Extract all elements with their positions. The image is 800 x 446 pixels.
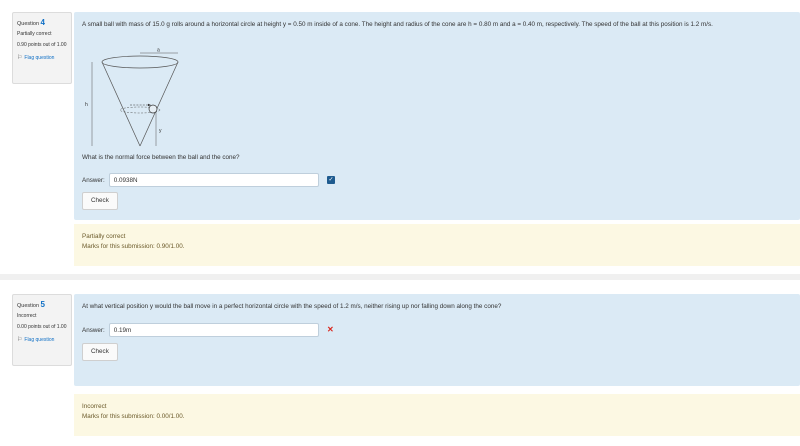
label-y: y <box>159 128 162 134</box>
check-button[interactable]: Check <box>82 343 118 361</box>
question-number-value: 5 <box>40 300 45 309</box>
flag-icon: ⚐ <box>17 55 23 62</box>
answer-label: Answer: <box>82 176 105 184</box>
flag-question-label: Flag question <box>24 55 55 62</box>
cross-icon: ✕ <box>327 325 334 334</box>
outcome-q4: Partially correct Marks for this submiss… <box>74 224 800 266</box>
question-grade: 0.90 points out of 1.00 <box>17 42 67 49</box>
question-label: Question <box>17 21 40 27</box>
flag-question-link[interactable]: ⚐ Flag question <box>17 337 67 344</box>
question-number: Question 4 <box>17 17 67 29</box>
question-formulation-q4: A small ball with mass of 15.0 g rolls a… <box>74 12 800 220</box>
answer-input[interactable]: 0.19m <box>108 323 319 337</box>
outcome-q5: Incorrect Marks for this submission: 0.0… <box>74 394 800 436</box>
answer-input[interactable]: 0.0938N <box>108 173 319 187</box>
question-text: A small ball with mass of 15.0 g rolls a… <box>82 21 713 28</box>
outcome-marks: Marks for this submission: 0.90/1.00. <box>82 242 185 250</box>
check-square-icon: ✓ <box>327 176 335 184</box>
outcome-title: Incorrect <box>82 403 107 410</box>
question-number-value: 4 <box>40 18 45 27</box>
label-a: a <box>157 48 160 54</box>
flag-question-label: Flag question <box>24 337 55 344</box>
answer-row: Answer: 0.19m <box>82 323 319 337</box>
question-text: At what vertical position y would the ba… <box>82 303 502 310</box>
check-button[interactable]: Check <box>82 192 118 210</box>
question-formulation-q5: At what vertical position y would the ba… <box>74 294 800 386</box>
outcome-title: Partially correct <box>82 233 126 240</box>
answer-label: Answer: <box>82 326 105 334</box>
label-h: h <box>85 102 88 108</box>
question-prompt: What is the normal force between the bal… <box>82 154 240 161</box>
question-info-q5: Question 5 Incorrect 0.00 points out of … <box>12 294 72 366</box>
incorrect-feedback-icon: ✕ <box>327 325 334 334</box>
question-grade: 0.00 points out of 1.00 <box>17 324 67 331</box>
question-label: Question <box>17 303 40 309</box>
cone-diagram: a h y <box>85 48 179 147</box>
question-divider <box>0 274 800 280</box>
flag-question-link[interactable]: ⚐ Flag question <box>17 55 67 62</box>
question-state: Incorrect <box>17 312 37 319</box>
answer-row: Answer: 0.0938N <box>82 173 319 187</box>
question-info-q4: Question 4 Partially correct 0.90 points… <box>12 12 72 84</box>
question-state: Partially correct <box>17 30 52 37</box>
outcome-marks: Marks for this submission: 0.00/1.00. <box>82 412 185 420</box>
correct-feedback-icon: ✓ <box>327 176 335 184</box>
flag-icon: ⚐ <box>17 337 23 344</box>
question-number: Question 5 <box>17 299 67 311</box>
